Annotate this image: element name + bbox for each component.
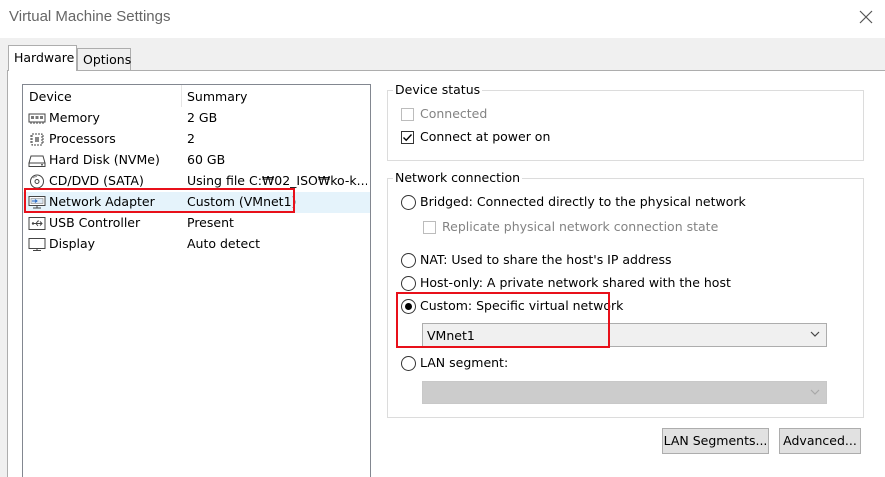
bridged-label: Bridged: Connected directly to the physi… <box>420 194 746 209</box>
table-row[interactable]: Display Auto detect <box>23 234 370 255</box>
nat-radio[interactable] <box>401 253 416 268</box>
radio-selected-dot <box>405 303 412 310</box>
device-name: Network Adapter <box>49 194 155 209</box>
connected-checkbox[interactable] <box>401 108 414 121</box>
lan-segment-select[interactable] <box>422 381 827 404</box>
nat-label: NAT: Used to share the host's IP address <box>420 252 672 267</box>
tab-options[interactable]: Options <box>77 48 131 70</box>
custom-radio[interactable] <box>401 299 416 314</box>
display-icon <box>28 237 46 252</box>
advanced-button[interactable]: Advanced... <box>779 428 861 454</box>
host-only-radio[interactable] <box>401 276 416 291</box>
device-summary: Present <box>187 215 234 230</box>
connected-label: Connected <box>420 106 488 121</box>
hard-disk-icon <box>28 153 46 168</box>
device-summary: Auto detect <box>187 236 260 251</box>
host-only-label: Host-only: A private network shared with… <box>420 275 731 290</box>
check-icon <box>403 134 413 142</box>
custom-network-select[interactable]: VMnet1 <box>422 323 827 347</box>
window-title: Virtual Machine Settings <box>9 8 171 25</box>
column-divider[interactable] <box>181 85 182 107</box>
custom-label: Custom: Specific virtual network <box>420 298 624 313</box>
network-connection-title: Network connection <box>393 170 523 185</box>
device-summary: 2 <box>187 131 195 146</box>
device-list[interactable]: Device Summary Memory 2 GB Processors 2 … <box>22 84 371 477</box>
device-name: Display <box>49 236 96 251</box>
table-row[interactable]: Network Adapter Custom (VMnet1) <box>23 192 370 213</box>
processor-icon <box>28 132 46 147</box>
device-name: Hard Disk (NVMe) <box>49 152 160 167</box>
memory-icon <box>28 111 46 126</box>
cd-dvd-icon <box>28 174 46 189</box>
column-header-device[interactable]: Device <box>29 89 72 104</box>
replicate-label: Replicate physical network connection st… <box>442 219 719 234</box>
lan-segments-button[interactable]: LAN Segments... <box>662 428 769 454</box>
tab-options-label: Options <box>83 52 132 67</box>
device-summary: Using file C:₩02_ISO₩ko-k... <box>187 173 367 188</box>
lan-segment-radio[interactable] <box>401 356 416 371</box>
table-row[interactable]: Hard Disk (NVMe) 60 GB <box>23 150 370 171</box>
lan-segment-label: LAN segment: <box>420 355 509 370</box>
device-status-group <box>387 90 864 161</box>
device-status-title: Device status <box>393 82 483 97</box>
chevron-down-icon <box>810 389 820 395</box>
device-summary: 2 GB <box>187 110 218 125</box>
tab-hardware[interactable]: Hardware <box>8 45 77 71</box>
connect-at-power-on-checkbox[interactable] <box>401 131 414 144</box>
table-row[interactable]: Memory 2 GB <box>23 108 370 129</box>
network-adapter-icon <box>28 195 46 210</box>
replicate-checkbox[interactable] <box>423 221 436 234</box>
bridged-radio[interactable] <box>401 195 416 210</box>
table-row[interactable]: CD/DVD (SATA) Using file C:₩02_ISO₩ko-k.… <box>23 171 370 192</box>
column-header-summary[interactable]: Summary <box>187 89 247 104</box>
device-summary: Custom (VMnet1) <box>187 194 297 209</box>
chevron-down-icon <box>810 331 820 337</box>
device-name: Processors <box>49 131 116 146</box>
device-name: USB Controller <box>49 215 141 230</box>
table-row[interactable]: USB Controller Present <box>23 213 370 234</box>
custom-network-value: VMnet1 <box>427 328 475 343</box>
device-name: CD/DVD (SATA) <box>49 173 144 188</box>
tab-hardware-label: Hardware <box>14 50 75 65</box>
table-row[interactable]: Processors 2 <box>23 129 370 150</box>
close-icon[interactable] <box>855 6 877 28</box>
device-name: Memory <box>49 110 100 125</box>
usb-icon <box>28 216 46 231</box>
connect-at-power-on-label: Connect at power on <box>420 129 551 144</box>
device-summary: 60 GB <box>187 152 226 167</box>
